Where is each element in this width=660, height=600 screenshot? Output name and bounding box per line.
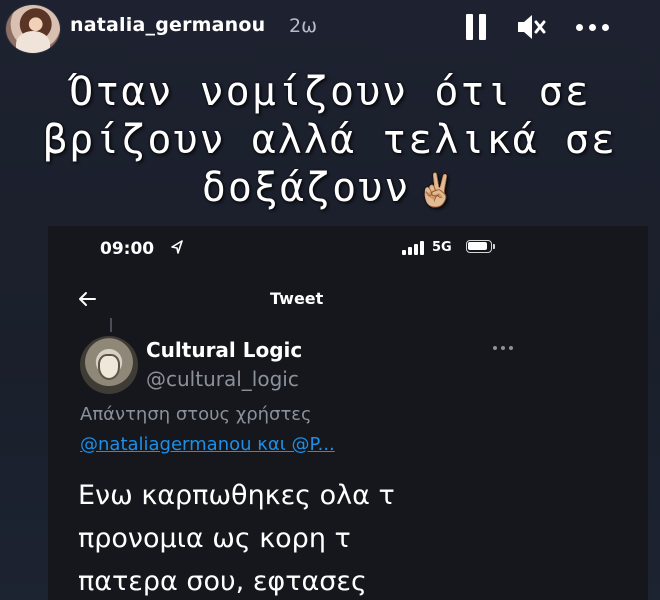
caption-line-3: δοξάζουν ✌🏼 (0, 164, 660, 214)
nav-title: Tweet (270, 289, 324, 308)
location-arrow-icon (171, 240, 183, 254)
volume-muted-icon[interactable] (515, 13, 547, 41)
tweet-nav-bar: Tweet (48, 284, 648, 314)
story-timestamp: 2ω (289, 15, 317, 37)
tweet-line-2: προνομια ως κορη τ (78, 523, 351, 554)
tweet-body: Ενω καρπωθηκες ολα τ προνομια ως κορη τ … (78, 474, 498, 600)
status-bar: 09:00 5G (48, 226, 648, 270)
story-header: natalia_germanou 2ω (0, 0, 660, 58)
tweet-display-name[interactable]: Cultural Logic (146, 338, 302, 362)
tweet-avatar[interactable] (80, 336, 138, 394)
avatar[interactable] (5, 4, 61, 54)
pause-icon[interactable] (464, 14, 488, 40)
caption-line-1: Όταν νομίζουν ότι σε (69, 69, 591, 115)
embedded-tweet-screenshot: 09:00 5G Tweet Cultural Logic @cultural_… (48, 226, 648, 600)
signal-bars-icon (402, 241, 424, 255)
story-caption: Όταν νομίζουν ότι σε βρίζουν αλλά τελικά… (0, 68, 660, 214)
caption-line-3-text: δοξάζουν (201, 165, 411, 211)
tweet-line-1: Ενω καρπωθηκες ολα τ (78, 480, 395, 511)
battery-icon (466, 240, 495, 253)
tweet-line-3: πατερα σου, εφτασες (78, 566, 367, 597)
reply-mentions-link[interactable]: @nataliagermanou και @P... (80, 434, 335, 455)
reply-to-label: Απάντηση στους χρήστες (80, 404, 312, 425)
username[interactable]: natalia_germanou (70, 14, 265, 36)
arrow-left-icon[interactable] (76, 288, 98, 310)
victory-hand-emoji: ✌🏼 (416, 171, 459, 209)
status-time: 09:00 (100, 239, 155, 259)
tweet-handle[interactable]: @cultural_logic (146, 367, 299, 391)
more-horizontal-icon[interactable] (575, 24, 611, 32)
network-type: 5G (432, 240, 452, 255)
caption-line-2: βρίζουν αλλά τελικά σε (43, 117, 617, 163)
more-options-icon[interactable] (493, 346, 513, 352)
instagram-story: natalia_germanou 2ω Όταν νομίζουν ότι σε… (0, 0, 660, 600)
thread-connector (110, 318, 112, 332)
